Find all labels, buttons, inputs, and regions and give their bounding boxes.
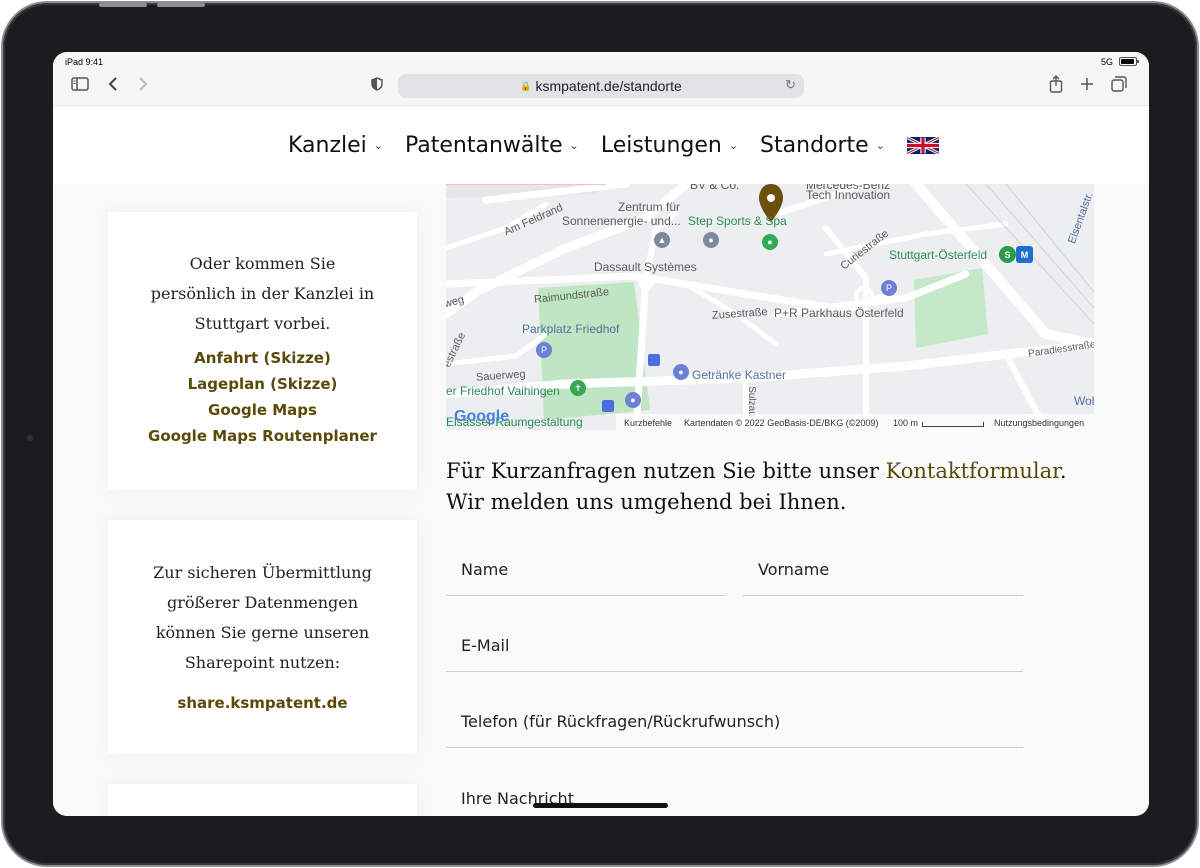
volume-button xyxy=(99,3,147,7)
map-label: Tech Innovation xyxy=(806,188,891,202)
map-scale-label: 100 m xyxy=(893,418,919,428)
home-indicator[interactable] xyxy=(533,803,668,808)
volume-button xyxy=(157,3,205,7)
main-content: Oder kommen Sie persönlich in der Kanzle… xyxy=(53,184,1149,816)
ubahn-icon[interactable]: M xyxy=(1016,246,1033,263)
link-anfahrt[interactable]: Anfahrt (Skizze) xyxy=(108,345,417,371)
link-routenplaner[interactable]: Google Maps Routenplaner xyxy=(108,423,417,449)
contact-intro-text: Für Kurzanfragen nutzen Sie bitte unser xyxy=(446,459,886,483)
link-google-maps[interactable]: Google Maps xyxy=(108,397,417,423)
location-pin-icon[interactable]: ● xyxy=(762,234,778,250)
english-flag-icon[interactable] xyxy=(906,137,939,154)
sbahn-icon[interactable]: S xyxy=(999,246,1016,263)
visit-text: Oder kommen Sie persönlich in der Kanzle… xyxy=(150,254,375,333)
chevron-down-icon: ⌄ xyxy=(373,139,383,152)
chevron-down-icon: ⌄ xyxy=(569,139,579,152)
map-label: er Friedhof Vaihingen xyxy=(446,384,560,398)
bus-stop-icon[interactable] xyxy=(648,354,660,366)
contact-intro-line2: Wir melden uns umgehend bei Ihnen. xyxy=(446,490,847,514)
tabs-overview-icon[interactable] xyxy=(1110,74,1128,94)
map-label: Getränke Kastner xyxy=(692,368,787,382)
lock-icon: 🔒 xyxy=(520,80,532,91)
sharepoint-card: Zur sicheren Übermittlung größerer Daten… xyxy=(108,520,417,754)
back-icon[interactable] xyxy=(105,74,121,94)
status-time: iPad 9:41 xyxy=(65,57,104,67)
email-input[interactable] xyxy=(446,620,1023,671)
shopping-icon[interactable]: ● xyxy=(673,364,689,380)
vorname-input[interactable] xyxy=(743,544,1023,595)
name-field[interactable] xyxy=(446,544,726,596)
status-network: 5G xyxy=(1100,57,1113,67)
parking-icon[interactable]: P xyxy=(881,280,897,296)
new-tab-icon[interactable] xyxy=(1078,74,1096,94)
link-lageplan[interactable]: Lageplan (Skizze) xyxy=(108,371,417,397)
info-card xyxy=(108,784,417,816)
sharepoint-text: Zur sicheren Übermittlung größerer Daten… xyxy=(153,563,372,672)
address-bar[interactable]: 🔒 ksmpatent.de/standorte ↻ xyxy=(398,74,804,98)
battery-icon xyxy=(1119,57,1139,66)
reload-icon[interactable]: ↻ xyxy=(785,77,796,93)
phone-input[interactable] xyxy=(446,696,1023,747)
cemetery-icon[interactable]: ✝ xyxy=(570,380,586,396)
nav-item-standorte[interactable]: Standorte ⌄ xyxy=(760,133,885,158)
nav-item-label: Standorte xyxy=(760,133,869,158)
map-label: Step Sports & Spa xyxy=(688,214,787,228)
map-label: Parkplatz Friedhof xyxy=(522,322,620,336)
sidebar-icon[interactable] xyxy=(69,74,91,94)
site-navigation: Kanzlei ⌄ Patentanwälte ⌄ Leistungen ⌄ S… xyxy=(53,106,1149,184)
bus-stop-icon[interactable] xyxy=(602,400,614,412)
map-attribution: Kartendaten © 2022 GeoBasis-DE/BKG (©200… xyxy=(684,418,879,428)
chevron-down-icon: ⌄ xyxy=(875,139,885,152)
nav-item-label: Patentanwälte xyxy=(405,133,563,158)
share-icon[interactable] xyxy=(1047,74,1065,94)
museum-icon[interactable]: ▲ xyxy=(654,232,670,248)
phone-field[interactable] xyxy=(446,696,1023,748)
nav-item-leistungen[interactable]: Leistungen ⌄ xyxy=(601,133,738,158)
vorname-field[interactable] xyxy=(743,544,1023,596)
email-field[interactable] xyxy=(446,620,1023,672)
map-scale-bar xyxy=(922,422,984,427)
shopping-icon[interactable]: ● xyxy=(625,392,641,408)
contact-form-link[interactable]: Kontaktformular xyxy=(886,459,1060,483)
map-label: Zentrum für xyxy=(618,200,681,214)
map-label: Sulzau xyxy=(745,386,757,417)
url-text: ksmpatent.de/standorte xyxy=(535,78,682,94)
map-terms-link[interactable]: Nutzungsbedingungen xyxy=(994,418,1084,428)
chevron-down-icon: ⌄ xyxy=(728,139,739,152)
nav-item-label: Leistungen xyxy=(600,133,722,158)
browser-toolbar: iPad 9:41 5G 🔒 ksmpatent.de/standorte ↻ xyxy=(53,52,1149,106)
name-input[interactable] xyxy=(446,544,726,595)
map-label: Stuttgart-Österfeld xyxy=(889,248,988,262)
front-camera xyxy=(27,435,33,441)
google-logo: Google xyxy=(454,408,510,425)
parking-icon[interactable]: P xyxy=(536,342,552,358)
link-sharepoint[interactable]: share.ksmpatent.de xyxy=(108,690,417,716)
screen: iPad 9:41 5G 🔒 ksmpatent.de/standorte ↻ xyxy=(53,52,1149,816)
message-field[interactable] xyxy=(446,772,1023,816)
location-pin-icon[interactable]: ● xyxy=(703,232,719,248)
nav-item-kanzlei[interactable]: Kanzlei ⌄ xyxy=(288,133,383,158)
message-input[interactable] xyxy=(446,772,1023,816)
location-map[interactable]: ▲ ● ● P P ● ● ✝ S M BV & Co. Mercedes-Be… xyxy=(446,184,1094,430)
map-label: Wohnm xyxy=(1074,394,1094,408)
nav-item-label: Kanzlei xyxy=(288,133,367,158)
map-label: BV & Co. xyxy=(690,184,740,192)
map-keyboard-shortcuts[interactable]: Kurzbefehle xyxy=(624,418,672,428)
forward-icon[interactable] xyxy=(135,74,151,94)
contact-intro-period: . xyxy=(1059,459,1067,483)
map-label: Sonnenenergie- und... xyxy=(562,214,681,228)
contact-intro: Für Kurzanfragen nutzen Sie bitte unser … xyxy=(446,456,1106,518)
map-label: P+R Parkhaus Österfeld xyxy=(774,306,904,320)
map-label: Dassault Systèmes xyxy=(594,260,697,274)
nav-item-patentanwaelte[interactable]: Patentanwälte ⌄ xyxy=(405,133,579,158)
visit-card: Oder kommen Sie persönlich in der Kanzle… xyxy=(108,212,417,490)
privacy-shield-icon[interactable] xyxy=(369,74,385,94)
